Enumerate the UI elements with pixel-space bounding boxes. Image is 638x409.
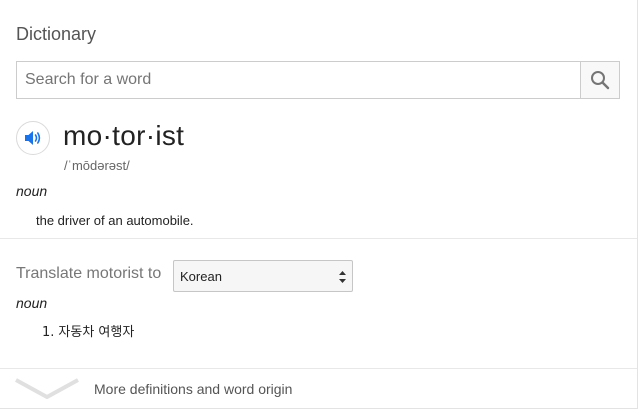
chevron-down-icon [15, 378, 79, 399]
language-select[interactable]: Korean [173, 260, 353, 292]
dictionary-card: Dictionary mo·tor·ist /ˈmōdərəst/ noun t… [0, 0, 638, 409]
search-box [16, 61, 620, 99]
translation-part-of-speech: noun [16, 295, 48, 311]
search-input[interactable] [17, 62, 581, 98]
translation-item-number: 1. [42, 325, 55, 340]
more-definitions-button[interactable]: More definitions and word origin [0, 369, 637, 408]
card-title: Dictionary [16, 24, 97, 44]
translation-item-text: 자동차 여행자 [58, 325, 135, 340]
more-definitions-label: More definitions and word origin [94, 381, 293, 397]
headword: mo·tor·ist [63, 120, 185, 151]
translate-label: Translate motorist to [16, 265, 162, 282]
language-select-value: Korean [180, 269, 222, 284]
speaker-icon [25, 131, 41, 145]
pronunciation-audio-button[interactable] [16, 121, 50, 155]
part-of-speech: noun [16, 183, 48, 199]
divider [0, 238, 637, 239]
definition: the driver of an automobile. [36, 213, 194, 228]
select-arrows-icon [339, 271, 346, 283]
search-button[interactable] [580, 62, 619, 98]
pronunciation: /ˈmōdərəst/ [64, 158, 130, 173]
search-icon [591, 71, 610, 90]
translation-item: 1. 자동차 여행자 [42, 321, 134, 340]
